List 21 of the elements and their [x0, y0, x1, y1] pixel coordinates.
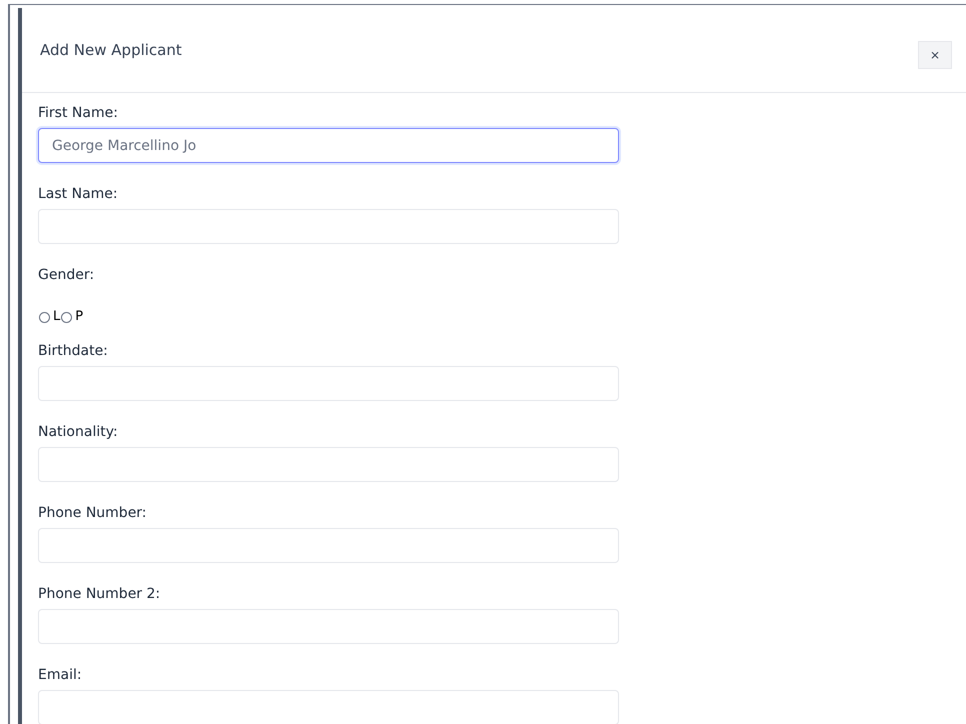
input-field[interactable] — [38, 609, 619, 644]
radio-label: L — [53, 308, 60, 326]
field-label: Last Name: — [38, 185, 119, 204]
input-field[interactable] — [38, 690, 619, 724]
radio-button[interactable] — [61, 312, 72, 322]
field-label: Email: — [38, 666, 83, 685]
field-label: Nationality: — [38, 423, 119, 442]
close-button[interactable]: × — [918, 41, 952, 69]
input-field[interactable] — [38, 447, 619, 482]
radio-label: P — [75, 308, 84, 326]
radio-button[interactable] — [39, 312, 50, 322]
field-label: Phone Number: — [38, 504, 148, 523]
field-label: Gender: — [38, 266, 96, 285]
dialog-title: Add New Applicant — [40, 40, 182, 61]
field-label: Phone Number 2: — [38, 585, 162, 604]
field-label: First Name: — [38, 104, 119, 123]
input-field[interactable] — [38, 209, 619, 244]
input-field[interactable]: George Marcellino Jo — [38, 128, 619, 163]
input-field[interactable] — [38, 366, 619, 401]
input-field[interactable] — [38, 528, 619, 563]
field-label: Birthdate: — [38, 342, 109, 361]
